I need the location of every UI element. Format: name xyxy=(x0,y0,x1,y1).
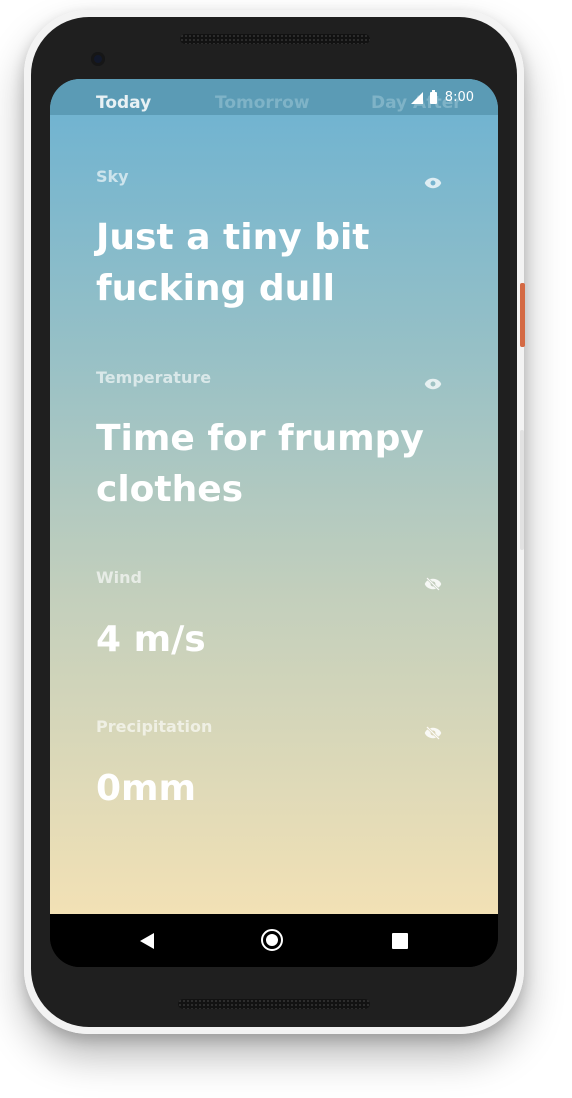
tab-today[interactable]: Today xyxy=(96,93,151,113)
top-speaker xyxy=(180,34,370,44)
precipitation-visibility-toggle[interactable] xyxy=(422,725,444,741)
temperature-label: Temperature xyxy=(96,368,212,387)
temperature-visibility-toggle[interactable] xyxy=(422,376,444,392)
back-icon[interactable] xyxy=(140,933,154,949)
navigation-bar xyxy=(50,914,498,967)
device-frame: Today Tomorrow Day After 8:00 Sky Just a… xyxy=(0,0,572,1098)
weather-content: Today Tomorrow Day After 8:00 Sky Just a… xyxy=(50,79,498,914)
signal-icon xyxy=(410,91,423,104)
precipitation-label: Precipitation xyxy=(96,717,213,736)
wind-value: 4 m/s xyxy=(96,619,206,660)
precipitation-value: 0mm xyxy=(96,768,197,809)
volume-button[interactable] xyxy=(520,430,524,550)
recents-icon[interactable] xyxy=(392,933,408,949)
home-icon[interactable] xyxy=(261,929,283,951)
temperature-value: Time for frumpy clothes xyxy=(96,418,424,510)
screen: Today Tomorrow Day After 8:00 Sky Just a… xyxy=(50,79,498,967)
status-time: 8:00 xyxy=(444,90,474,105)
eye-icon xyxy=(424,378,442,390)
power-button[interactable] xyxy=(520,283,525,347)
wind-label: Wind xyxy=(96,568,142,587)
sky-label: Sky xyxy=(96,167,129,186)
eye-off-icon xyxy=(424,577,442,591)
status-bar: 8:00 xyxy=(410,89,474,105)
sky-value: Just a tiny bit fucking dull xyxy=(96,217,370,309)
sky-visibility-toggle[interactable] xyxy=(422,175,444,191)
wind-visibility-toggle[interactable] xyxy=(422,576,444,592)
front-camera xyxy=(91,52,105,66)
eye-icon xyxy=(424,177,442,189)
tab-tomorrow[interactable]: Tomorrow xyxy=(215,93,310,113)
bottom-speaker xyxy=(178,999,370,1009)
eye-off-icon xyxy=(424,726,442,740)
tab-bar: Today Tomorrow Day After 8:00 xyxy=(50,79,498,115)
battery-icon xyxy=(429,89,437,104)
